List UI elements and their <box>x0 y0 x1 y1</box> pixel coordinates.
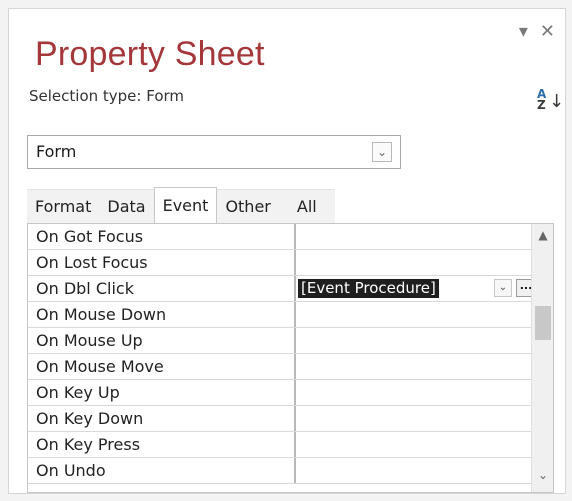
chevron-down-icon[interactable]: ⌄ <box>372 142 392 162</box>
property-name: On Mouse Up <box>28 328 296 353</box>
property-value-field[interactable] <box>296 406 553 431</box>
property-row: On Mouse Down <box>28 302 553 328</box>
tab-format[interactable]: Format <box>27 189 100 223</box>
property-value-field[interactable] <box>296 328 553 353</box>
property-row: On Key Press <box>28 432 553 458</box>
selection-type-value: Form <box>146 87 185 105</box>
property-tabs: Format Data Event Other All <box>27 187 335 224</box>
scroll-up-icon[interactable]: ▲ <box>532 228 553 248</box>
property-row: On Dbl Click [Event Procedure] ⌄ ... <box>28 276 553 302</box>
property-row: On Key Down <box>28 406 553 432</box>
property-row: On Lost Focus <box>28 250 553 276</box>
property-name: On Undo <box>28 458 296 483</box>
property-value-field[interactable] <box>296 250 553 275</box>
property-value-field[interactable] <box>296 380 553 405</box>
property-value-field[interactable] <box>296 354 553 379</box>
property-sheet-pane: ▾ ✕ Property Sheet Selection type: Form … <box>8 8 566 494</box>
close-icon[interactable]: ✕ <box>540 23 555 41</box>
property-row: On Mouse Move <box>28 354 553 380</box>
tab-other[interactable]: Other <box>217 189 279 223</box>
tab-all[interactable]: All <box>278 189 335 223</box>
property-name: On Mouse Move <box>28 354 296 379</box>
property-row: On Key Up <box>28 380 553 406</box>
property-name: On Lost Focus <box>28 250 296 275</box>
property-row: On Got Focus <box>28 224 553 250</box>
property-value-field[interactable] <box>296 224 553 249</box>
vertical-scrollbar[interactable]: ▲ ⌄ <box>531 224 553 492</box>
tab-event[interactable]: Event <box>153 187 218 224</box>
scroll-down-icon[interactable]: ⌄ <box>532 468 553 488</box>
scrollbar-thumb[interactable] <box>535 306 551 340</box>
property-name: On Key Up <box>28 380 296 405</box>
sort-az-icon[interactable]: AZ ↓ <box>537 88 564 115</box>
property-value-field[interactable]: [Event Procedure] ⌄ ... <box>296 276 553 301</box>
property-name: On Key Down <box>28 406 296 431</box>
pane-title: Property Sheet <box>35 35 265 73</box>
property-name: On Mouse Down <box>28 302 296 327</box>
object-select[interactable]: Form ⌄ <box>27 135 401 169</box>
selection-type: Selection type: Form <box>29 87 184 105</box>
property-name: On Dbl Click <box>28 276 296 301</box>
property-name: On Key Press <box>28 432 296 457</box>
tab-data[interactable]: Data <box>99 189 154 223</box>
property-name: On Got Focus <box>28 224 296 249</box>
event-procedure-value[interactable]: [Event Procedure] <box>298 279 439 298</box>
pane-window-buttons: ▾ ✕ <box>519 23 555 41</box>
object-select-value: Form <box>36 142 77 161</box>
property-grid: On Got Focus On Lost Focus On Dbl Click … <box>27 223 554 493</box>
property-row: On Mouse Up <box>28 328 553 354</box>
property-row: On Undo <box>28 458 553 484</box>
chevron-down-icon[interactable]: ⌄ <box>494 279 512 297</box>
property-value-field[interactable] <box>296 432 553 457</box>
property-value-field[interactable] <box>296 458 553 483</box>
property-value-field[interactable] <box>296 302 553 327</box>
selection-type-label: Selection type: <box>29 87 142 105</box>
pane-options-icon[interactable]: ▾ <box>519 23 528 41</box>
